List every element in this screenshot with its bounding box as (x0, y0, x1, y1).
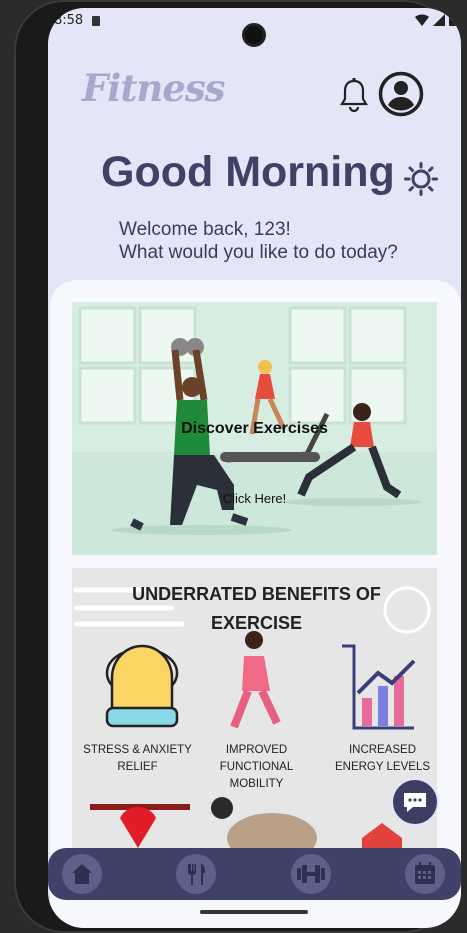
app-logo: Fitness (82, 66, 226, 110)
nav-workouts[interactable] (291, 854, 331, 894)
fork-knife-icon (188, 864, 205, 885)
home-icon (72, 864, 92, 884)
benefits-title: UNDERRATED BENEFITS OF EXERCISE (132, 584, 381, 633)
benefit-caption-energy: INCREASED ENERGY LEVELS (334, 744, 431, 773)
nav-calendar[interactable] (405, 854, 445, 894)
chat-button[interactable] (391, 778, 439, 826)
welcome-line-1: Welcome back, 123! (119, 219, 291, 240)
discover-exercises-cta[interactable]: Click Here! (72, 491, 437, 506)
status-icons (415, 13, 457, 26)
welcome-message: Welcome back, 123! What would you like t… (119, 218, 398, 264)
wifi-icon (415, 13, 429, 26)
calendar-icon (415, 862, 435, 884)
nav-home[interactable] (62, 854, 102, 894)
app-screen: 8:58 Fitness Good Morning Welcome back, … (48, 8, 461, 928)
chat-bubble-icon (404, 793, 426, 812)
bell-icon[interactable] (339, 78, 369, 112)
stress-relief-icon (105, 644, 179, 728)
discover-exercises-title: Discover Exercises (181, 420, 328, 437)
benefits-card[interactable]: UNDERRATED BENEFITS OF EXERCISE STRESS &… (72, 568, 437, 858)
walking-icon (230, 631, 281, 729)
sun-icon[interactable] (404, 162, 438, 196)
phone-frame: 8:58 Fitness Good Morning Welcome back, … (14, 0, 461, 933)
nav-meals[interactable] (176, 854, 216, 894)
dumbbell-icon (297, 865, 325, 883)
gesture-home-indicator[interactable] (200, 910, 308, 914)
greeting-heading: Good Morning (101, 148, 395, 196)
front-camera (242, 23, 266, 47)
battery-icon (449, 13, 457, 26)
benefit-caption-mobility: IMPROVED FUNCTIONAL MOBILITY (219, 744, 294, 790)
benefit-caption-stress: STRESS & ANXIETY RELIEF (83, 744, 192, 773)
welcome-line-2: What would you like to do today? (119, 242, 398, 263)
energy-chart-icon (342, 644, 416, 730)
signal-icon (433, 13, 445, 26)
status-time: 8:58 (54, 13, 84, 28)
bottom-navigation (48, 848, 461, 900)
profile-icon[interactable] (378, 71, 424, 117)
sd-card-icon (92, 16, 100, 26)
